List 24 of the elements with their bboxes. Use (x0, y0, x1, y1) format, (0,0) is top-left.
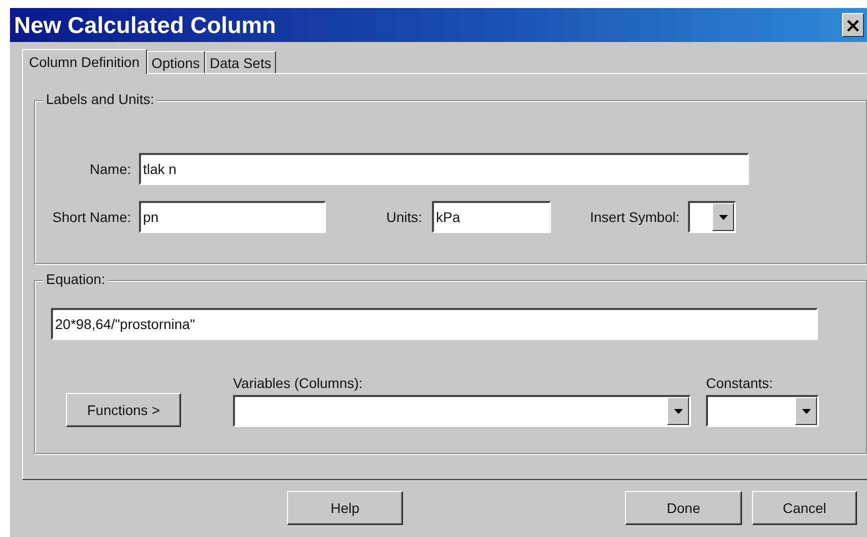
group-label: Equation: (43, 271, 108, 287)
help-button[interactable]: Help (287, 491, 403, 525)
field-label: Name: (88, 161, 132, 177)
field-label: Constants: (706, 375, 774, 391)
window-title: New Calculated Column (14, 12, 276, 38)
symbol-dropdown[interactable] (688, 201, 736, 233)
done-button[interactable]: Done (625, 491, 742, 525)
tab[interactable]: Options (146, 51, 205, 73)
constants-dropdown[interactable] (706, 395, 819, 427)
field-label: Variables (Columns): (233, 375, 364, 391)
field-label: Insert Symbol: (590, 209, 680, 225)
field-label: Units: (385, 209, 423, 225)
tab[interactable]: Data Sets (204, 51, 276, 73)
short-name-field[interactable]: pn (139, 201, 326, 233)
variables-dropdown[interactable] (233, 395, 691, 427)
functions-button[interactable]: Functions > (66, 393, 181, 427)
field-label: Short Name: (51, 209, 132, 225)
cancel-button[interactable]: Cancel (752, 491, 857, 525)
close-button[interactable]: × (842, 13, 864, 37)
tab[interactable]: Column Definition (22, 49, 146, 74)
units-field[interactable]: kPa (432, 201, 551, 233)
name-field[interactable]: tlak n (139, 153, 749, 185)
equation-field[interactable]: 20*98,64/"prostornina" (51, 308, 818, 340)
group-label: Labels and Units: (43, 91, 158, 107)
